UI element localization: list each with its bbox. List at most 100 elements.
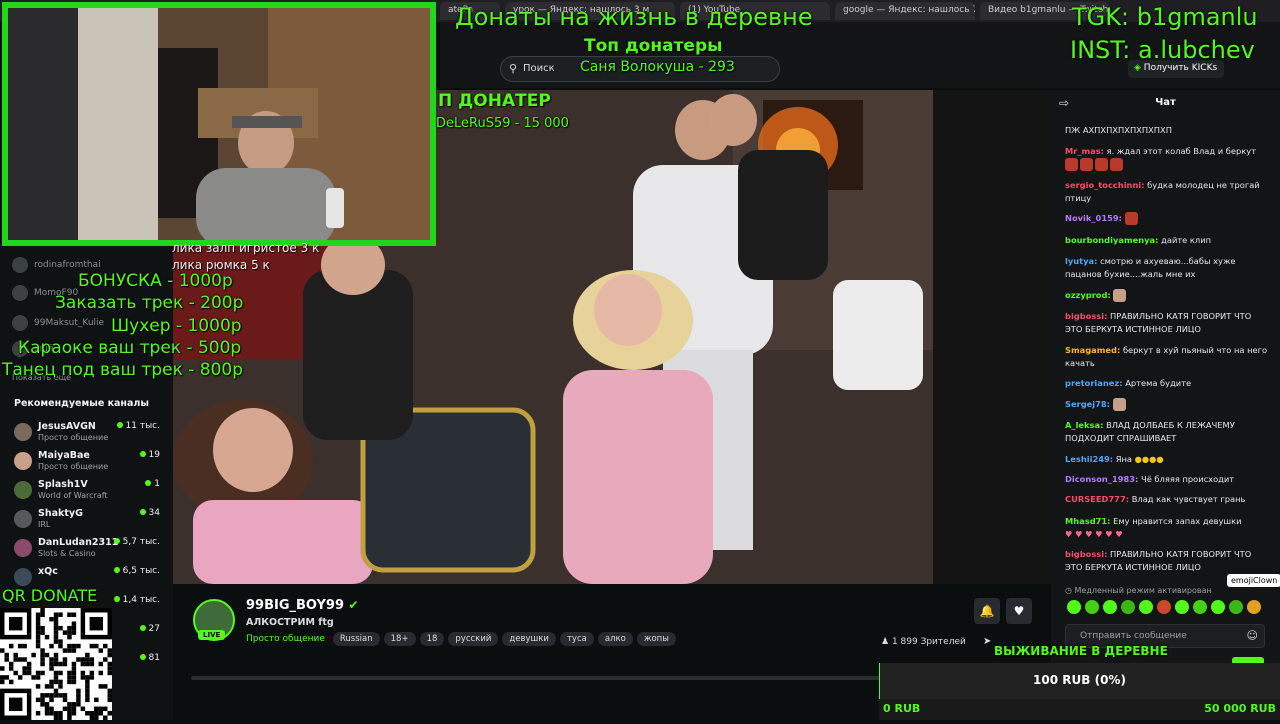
chat-message: CURSEED777: Влад как чувствует грань	[1065, 494, 1246, 504]
chat-message: Smagamed: беркут в хуй пьяный что на нег…	[1065, 345, 1268, 368]
channel-category: IRL	[38, 520, 51, 529]
chat-username[interactable]: bigbossi:	[1065, 549, 1107, 559]
channel-name: DanLudan2311	[38, 537, 119, 548]
emote-icon[interactable]	[1193, 600, 1207, 614]
viewer-count: 1,4 тыс.	[113, 595, 160, 605]
slow-mode-notice: ◷ Медленный режим активирован	[1065, 586, 1212, 595]
emote-icon[interactable]	[1103, 600, 1117, 614]
chat-message: Mr_mas: я. ждал этот колаб Влад и беркут	[1065, 145, 1270, 171]
emote-bar	[1067, 600, 1267, 616]
notification-bell-icon[interactable]: 🔔	[974, 598, 1000, 624]
recommended-channel[interactable]: JesusAVGN Просто общение 11 тыс.	[14, 419, 164, 447]
channel-name: Splash1V	[38, 479, 88, 490]
stream-tag[interactable]: русский	[448, 632, 499, 646]
overlay-instagram: INST: a.lubchev	[1070, 36, 1255, 64]
search-icon: ⚲	[509, 62, 518, 75]
avatar	[12, 285, 28, 301]
chat-username[interactable]: bourbondiyamenya:	[1065, 235, 1158, 245]
live-dot-icon	[113, 538, 120, 544]
chat-username[interactable]: Smagamed:	[1065, 345, 1120, 355]
emote-icon[interactable]	[1211, 600, 1225, 614]
stream-tag[interactable]: жопы	[636, 632, 676, 646]
chat-message: sergio_tocchinni: будка молодец не трога…	[1065, 180, 1260, 203]
channel-name[interactable]: 99BIG_BOY99 ✔	[246, 598, 359, 613]
price-list-item: Танец под ваш трек - 800р	[2, 360, 244, 380]
chat-username[interactable]: Leshii249:	[1065, 454, 1113, 464]
price-list-item: Караоке ваш трек - 500р	[18, 338, 242, 358]
chat-username[interactable]: Mhasd71:	[1065, 516, 1111, 526]
donation-goal-current: 100 RUB (0%)	[1033, 673, 1126, 687]
chat-username[interactable]: ozzyprod:	[1065, 290, 1111, 300]
chat-message: A_leksa: ВЛАД ДОЛБАЕБ К ЛЕЖАЧЕМУ ПОДХОДИ…	[1065, 420, 1235, 443]
stream-tag[interactable]: Russian	[332, 632, 380, 646]
chat-panel: ⇨ Чат ПЖ АХПХПХПХПХПХПХП Mr_mas: я. ждал…	[1051, 90, 1280, 690]
emoji-picker-icon[interactable]: ☺	[1247, 629, 1258, 642]
overlay-title: Донаты на жизнь в деревне	[455, 3, 813, 31]
webcam-overlay	[2, 2, 436, 246]
verified-icon: ✔	[348, 598, 359, 612]
clown-emote-icon[interactable]	[1247, 600, 1261, 614]
emote-icon[interactable]	[1175, 600, 1189, 614]
emote-icon[interactable]	[1067, 600, 1081, 614]
chat-message: bigbossi: ПРАВИЛЬНО КАТЯ ГОВОРИТ ЧТО ЭТО…	[1065, 311, 1252, 334]
chat-username[interactable]: sergio_tocchinni:	[1065, 180, 1145, 190]
browser-tab[interactable]: google — Яндекс: нашлось 7 м	[835, 2, 975, 20]
viewer-count: 1	[145, 479, 160, 489]
chat-message: bigbossi: ПРАВИЛЬНО КАТЯ ГОВОРИТ ЧТО ЭТО…	[1065, 549, 1252, 572]
price-list-item: Заказать трек - 200р	[55, 293, 244, 313]
channel-category: Просто общение	[38, 433, 109, 442]
chat-message: ПЖ АХПХПХПХПХПХПХП	[1065, 125, 1172, 135]
stream-tag[interactable]: алко	[597, 632, 633, 646]
channel-category: World of Warcraft	[38, 491, 108, 500]
chat-username[interactable]: Novik_0159:	[1065, 213, 1122, 223]
chat-message: Diconson_1983: Чё бляяя происходит	[1065, 474, 1235, 484]
donation-goal-track: 100 RUB (0%)	[879, 663, 1280, 699]
emote-icon[interactable]	[1139, 600, 1153, 614]
following-item[interactable]: 99Maksut_Kulie	[12, 315, 104, 331]
price-list-item: Шухер - 1000р	[111, 316, 242, 336]
avatar	[14, 452, 32, 470]
donation-goal-max: 50 000 RUB	[1204, 702, 1276, 715]
chat-message: bourbondiyamenya: дайте клип	[1065, 235, 1212, 245]
avatar	[12, 315, 28, 331]
chat-username[interactable]: lyutya:	[1065, 256, 1097, 266]
share-icon[interactable]: ➤	[983, 636, 991, 647]
follow-heart-icon[interactable]: ♥	[1006, 598, 1032, 624]
chat-username[interactable]: pretorianez:	[1065, 378, 1123, 388]
stream-tag[interactable]: девушки	[502, 632, 556, 646]
emote-icon[interactable]	[1085, 600, 1099, 614]
survival-label: ВЫЖИВАНИЕ В ДЕРЕВНЕ	[994, 644, 1168, 658]
stream-tag[interactable]: 18	[419, 632, 445, 646]
recommended-title: Рекомендуемые каналы	[14, 398, 149, 409]
top-donor-entry: Саня Волокуша - 293	[580, 59, 735, 75]
recommended-channel[interactable]: Splash1V World of Warcraft 1	[14, 477, 164, 505]
chat-title: Чат	[1155, 97, 1176, 108]
channel-name: xQc	[38, 566, 58, 577]
chat-username[interactable]: Mr_mas:	[1065, 146, 1104, 156]
chat-username[interactable]: CURSEED777:	[1065, 494, 1129, 504]
chat-username[interactable]: bigbossi:	[1065, 311, 1107, 321]
live-dot-icon	[116, 422, 123, 428]
stream-tag[interactable]: туса	[559, 632, 594, 646]
emote-icon[interactable]	[1121, 600, 1135, 614]
recommended-channel[interactable]: ShaktyG IRL 34	[14, 506, 164, 534]
stream-category[interactable]: Просто общение	[246, 634, 325, 644]
recommended-channel[interactable]: MaiyaBae Просто общение 19	[14, 448, 164, 476]
viewer-count: 81	[139, 653, 160, 663]
chat-username[interactable]: Diconson_1983:	[1065, 474, 1138, 484]
emote-icon[interactable]	[1157, 600, 1171, 614]
avatar	[14, 481, 32, 499]
price-list-item: БОНУСКА - 1000р	[78, 271, 233, 291]
chat-username[interactable]: A_leksa:	[1065, 420, 1103, 430]
stream-tag[interactable]: 18+	[383, 632, 416, 646]
chat-message: Mhasd71: Ему нравится запах девушки ♥ ♥ ♥…	[1065, 516, 1242, 539]
live-dot-icon	[145, 480, 152, 486]
recommended-channel[interactable]: DanLudan2311 Slots & Casino 5,7 тыс.	[14, 535, 164, 563]
avatar	[14, 539, 32, 557]
live-dot-icon	[139, 625, 146, 631]
avatar	[14, 423, 32, 441]
viewer-count: 11 тыс.	[116, 421, 160, 431]
avatar	[12, 257, 28, 273]
emote-icon[interactable]	[1229, 600, 1243, 614]
chat-username[interactable]: Sergej78:	[1065, 399, 1110, 409]
